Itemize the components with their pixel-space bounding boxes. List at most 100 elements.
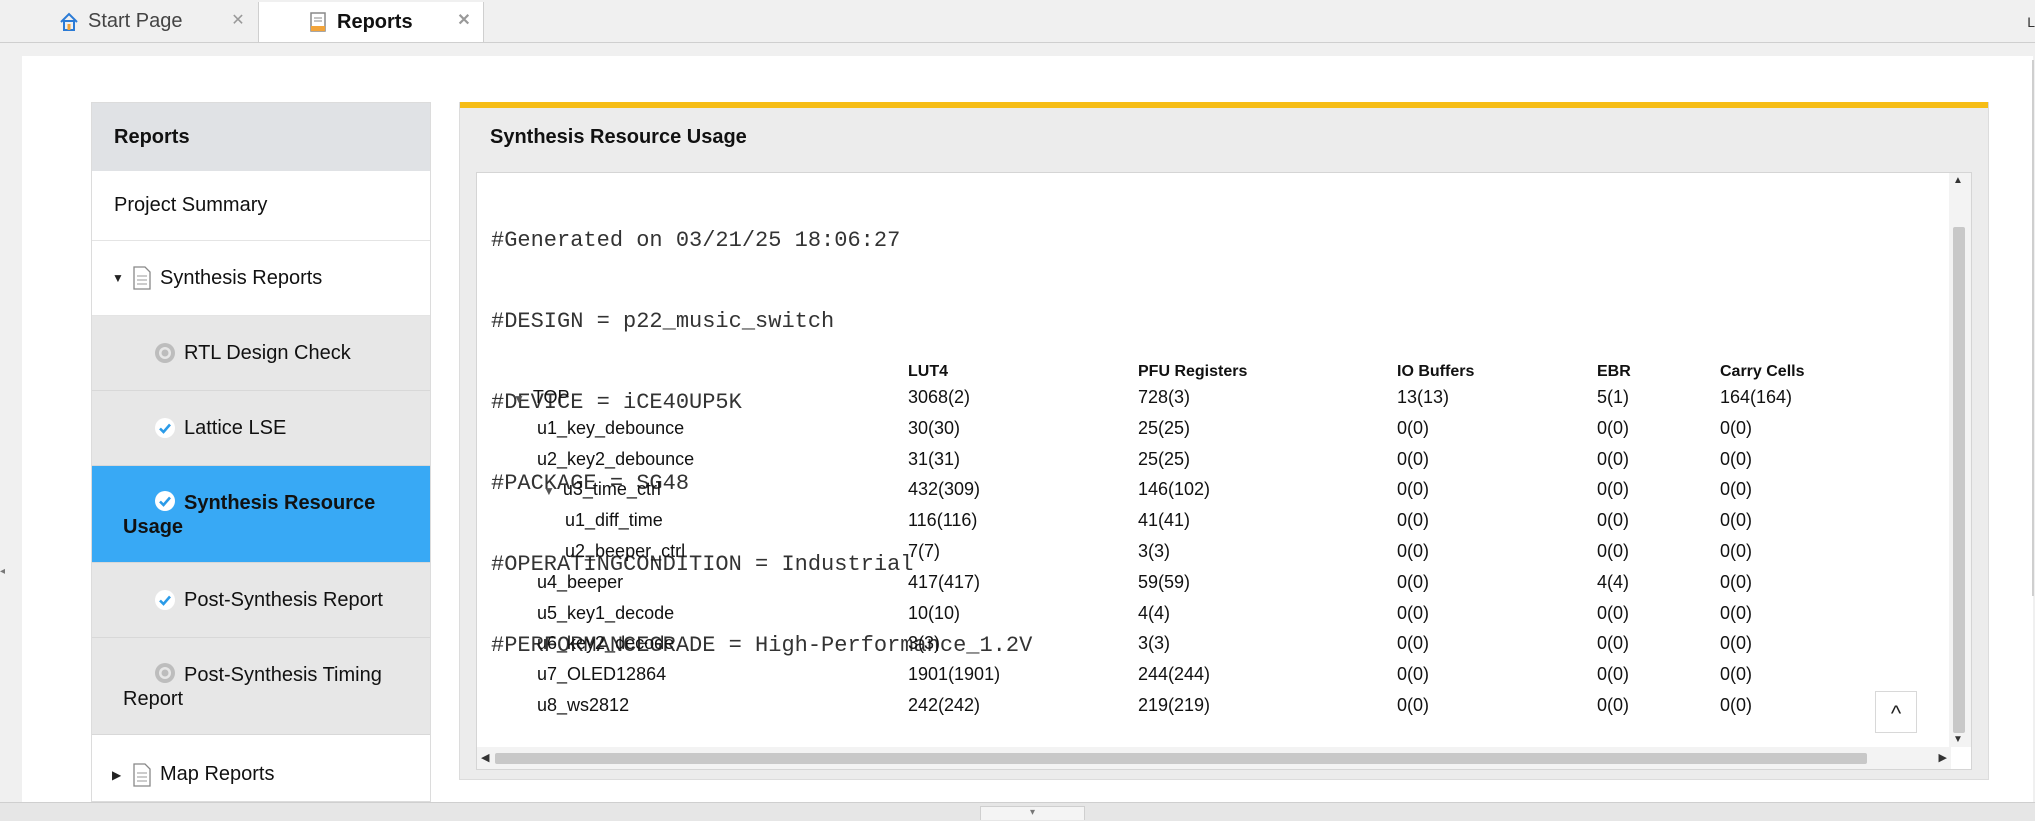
module-name: u3_time_ctrl [562, 479, 661, 500]
scroll-down-icon[interactable]: ▼ [1953, 734, 1963, 745]
nav-item-label: RTL Design Check [184, 341, 351, 364]
module-name: TOP [532, 387, 570, 407]
window-edge-glyph: L [2027, 14, 2035, 30]
carry-cells-cell: 0(0) [1720, 448, 1753, 469]
header-line: #Generated on 03/21/25 18:06:27 [491, 228, 901, 253]
lut4-cell: 3068(2) [908, 387, 971, 407]
ebr-cell: 0(0) [1597, 479, 1630, 500]
vertical-scrollbar[interactable]: ▲ ▼ [1949, 173, 1971, 747]
document-icon [132, 266, 152, 290]
pending-icon [154, 342, 176, 364]
pfu-registers-cell: 25(25) [1138, 448, 1191, 469]
nav-item-lattice-lse[interactable]: Lattice LSE [92, 391, 430, 466]
nav-item-post-synthesis-timing-report[interactable]: Post-Synthesis Timing Report [92, 638, 430, 735]
io-buffers-cell: 0(0) [1397, 417, 1430, 438]
nav-item-label-cont: Usage [123, 515, 184, 538]
lut4-cell: 1901(1901) [908, 664, 1001, 685]
scroll-to-top-button[interactable]: ^ [1875, 691, 1917, 733]
scroll-thumb[interactable] [495, 753, 1867, 764]
nav-item-synthesis-resource-usage[interactable]: Synthesis Resource Usage [92, 466, 430, 563]
chevron-down-icon[interactable]: ▼ [543, 484, 555, 498]
collapse-handle-icon[interactable]: ◂ [0, 566, 5, 577]
pfu-registers-cell: 4(4) [1138, 602, 1171, 623]
nav-item-post-synthesis-report[interactable]: Post-Synthesis Report [92, 563, 430, 638]
io-buffers-cell: 0(0) [1397, 541, 1430, 561]
module-name: u8_ws2812 [537, 695, 630, 715]
nav-item-label-cont: Report [123, 687, 184, 710]
horizontal-scrollbar[interactable]: ◀ ▶ [477, 747, 1951, 769]
ebr-cell: 0(0) [1597, 695, 1630, 715]
module-name: u1_diff_time [565, 510, 663, 531]
close-icon[interactable]: ✕ [229, 12, 247, 30]
document-tab-bar: Start Page ✕ Reports ✕ L [0, 0, 2035, 43]
table-row: ▼ TOP 3068(2) 728(3) 13(13) 5(1) 164(164) [477, 387, 1937, 417]
io-buffers-cell: 0(0) [1397, 479, 1430, 500]
scroll-left-icon[interactable]: ◀ [481, 751, 489, 764]
report-content: #Generated on 03/21/25 18:06:27 #DESIGN … [476, 172, 1972, 770]
module-name: u6_key2_decode [537, 633, 675, 654]
report-panel: Synthesis Resource Usage #Generated on 0… [459, 102, 1989, 780]
pfu-registers-cell: 244(244) [1138, 664, 1211, 685]
table-row: u4_beeper 417(417) 59(59) 0(0) 4(4) 0(0) [477, 572, 1937, 602]
reports-nav: Reports Project Summary ▼ Synthesis Repo… [91, 102, 431, 802]
chevron-down-icon[interactable]: ▼ [112, 271, 126, 285]
io-buffers-cell: 0(0) [1397, 664, 1430, 685]
lut4-cell: 10(10) [908, 602, 961, 623]
chevron-down-icon[interactable]: ▼ [513, 392, 525, 406]
ebr-cell: 0(0) [1597, 448, 1630, 469]
pfu-registers-cell: 3(3) [1138, 633, 1171, 654]
carry-cells-cell: 0(0) [1720, 417, 1753, 438]
io-buffers-cell: 0(0) [1397, 602, 1430, 623]
ebr-cell: 0(0) [1597, 417, 1630, 438]
table-row: u1_key_debounce 30(30) 25(25) 0(0) 0(0) 0(0) [477, 418, 1937, 448]
ebr-cell: 5(1) [1597, 387, 1630, 407]
table-row: u6_key2_decode 3(3) 3(3) 0(0) 0(0) 0(0) [477, 633, 1937, 663]
scroll-up-icon[interactable]: ▲ [1953, 175, 1963, 186]
tab-start-page[interactable]: Start Page ✕ [10, 2, 257, 41]
nav-item-rtl-design-check[interactable]: RTL Design Check [92, 316, 430, 391]
lut4-cell: 242(242) [908, 695, 981, 715]
lut4-cell: 31(31) [908, 448, 961, 469]
carry-cells-cell: 0(0) [1720, 510, 1753, 531]
module-name-cell: u2_key2_debounce [537, 449, 694, 470]
check-icon [154, 490, 176, 512]
module-name-cell[interactable]: ▼ TOP [513, 387, 570, 408]
column-header-carry-cells: Carry Cells [1720, 363, 1805, 380]
carry-cells-cell: 0(0) [1720, 633, 1753, 654]
module-name: u7_OLED12864 [537, 664, 667, 685]
column-header-io-buffers: IO Buffers [1397, 363, 1475, 380]
nav-item-label: Post-Synthesis Timing [154, 662, 382, 687]
module-name: u1_key_debounce [537, 417, 685, 438]
lut4-cell: 3(3) [908, 633, 941, 654]
column-header-pfu-registers: PFU Registers [1138, 363, 1248, 380]
close-icon[interactable]: ✕ [455, 12, 473, 30]
report-doc-icon [307, 11, 329, 33]
carry-cells-cell: 0(0) [1720, 664, 1753, 685]
carry-cells-cell: 0(0) [1720, 541, 1753, 561]
chevron-right-icon[interactable]: ▶ [112, 768, 126, 782]
io-buffers-cell: 0(0) [1397, 695, 1430, 715]
scroll-thumb[interactable] [1953, 227, 1965, 733]
nav-item-project-summary[interactable]: Project Summary [92, 171, 430, 241]
nav-item-label: Lattice LSE [184, 416, 287, 439]
ebr-cell: 4(4) [1597, 571, 1630, 592]
io-buffers-cell: 0(0) [1397, 633, 1430, 654]
carry-cells-cell: 0(0) [1720, 695, 1753, 715]
scroll-right-icon[interactable]: ▶ [1939, 751, 1947, 764]
nav-header: Reports [92, 103, 430, 171]
table-row: u8_ws2812 242(242) 219(219) 0(0) 0(0) 0(0) [477, 695, 1937, 725]
pending-icon [154, 662, 176, 684]
ebr-cell: 0(0) [1597, 510, 1630, 531]
module-name-cell: u6_key2_decode [537, 633, 674, 654]
nav-item-map-reports[interactable]: ▶ Map Reports [92, 735, 430, 801]
nav-item-synthesis-reports[interactable]: ▼ Synthesis Reports [92, 241, 430, 316]
nav-item-label: Synthesis Reports [160, 266, 323, 289]
bottom-panel-toggle[interactable]: ▾ [980, 806, 1085, 820]
tab-reports[interactable]: Reports ✕ [258, 2, 484, 42]
module-name: u2_key2_debounce [537, 448, 695, 469]
pfu-registers-cell: 146(102) [1138, 479, 1211, 500]
module-name-cell[interactable]: ▼ u3_time_ctrl [543, 479, 661, 500]
pfu-registers-cell: 59(59) [1138, 571, 1191, 592]
lut4-cell: 116(116) [908, 510, 978, 531]
report-title: Synthesis Resource Usage [460, 108, 1988, 166]
